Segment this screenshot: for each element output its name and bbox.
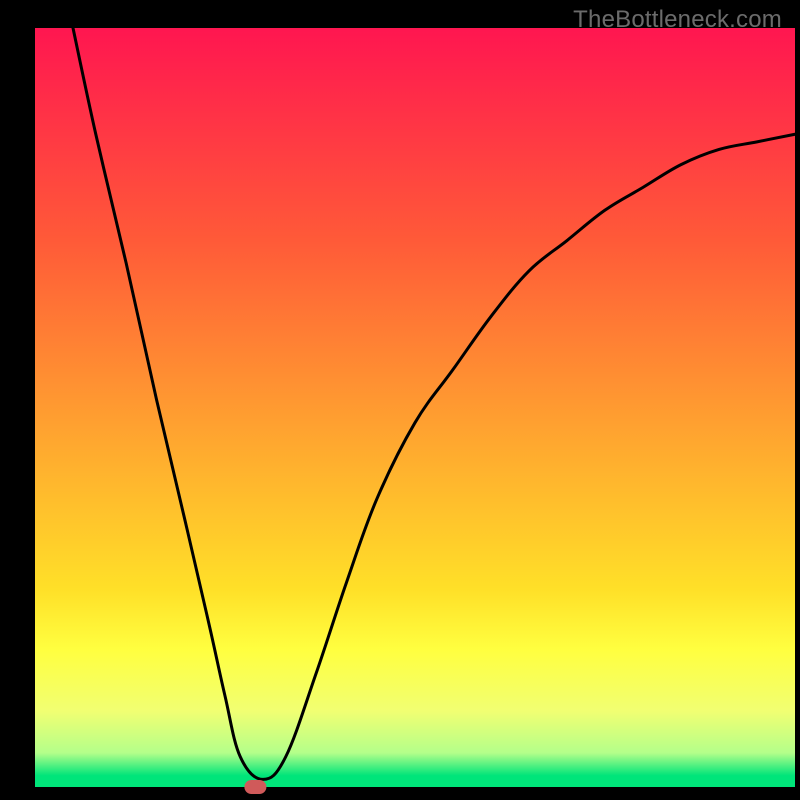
chart-svg <box>0 0 800 800</box>
bottleneck-chart: TheBottleneck.com <box>0 0 800 800</box>
optimal-marker <box>244 780 266 794</box>
watermark-text: TheBottleneck.com <box>573 6 782 34</box>
